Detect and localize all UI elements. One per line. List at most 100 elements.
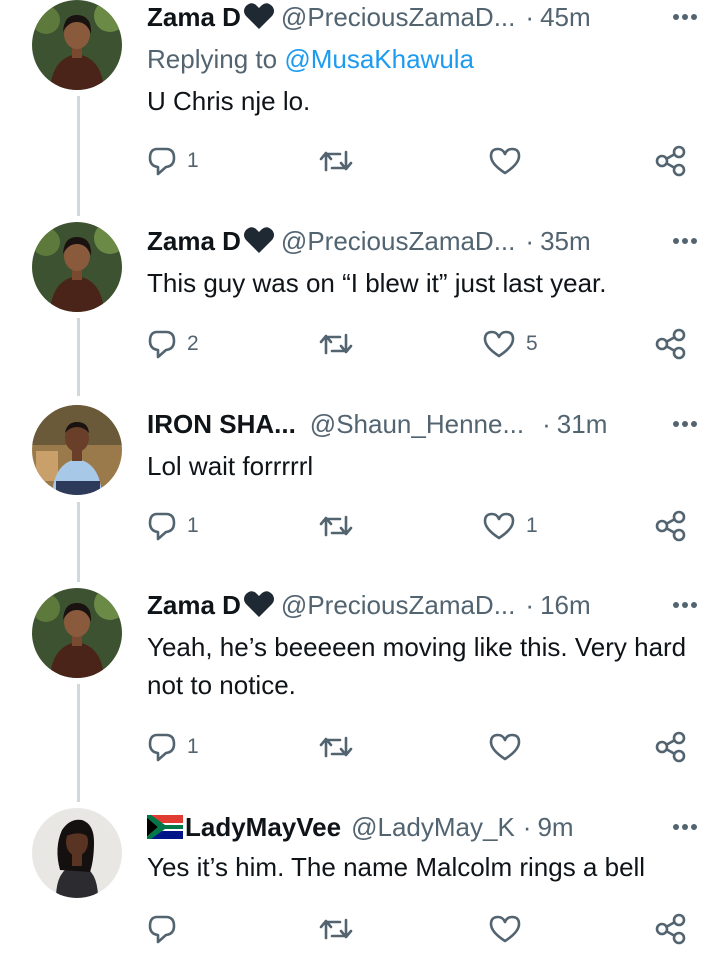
separator-dot: ·: [542, 409, 551, 439]
tweet[interactable]: IRON SHA... @Shaun_Henne... · 31m Lol wait …: [0, 405, 720, 555]
like-button[interactable]: [488, 144, 532, 178]
share-button[interactable]: [654, 912, 688, 946]
reply-count: 2: [187, 332, 199, 355]
reply-count: 1: [187, 149, 199, 172]
like-count: 1: [526, 514, 538, 537]
retweet-button[interactable]: [318, 327, 364, 361]
tweet-header: IRON SHA... @Shaun_Henne... · 31m: [147, 407, 700, 441]
tweet-header: LadyMayVee @LadyMay_K · 9m: [147, 810, 700, 844]
tweet-actions: 1 1: [0, 509, 720, 543]
share-button[interactable]: [654, 327, 688, 361]
more-icon[interactable]: [668, 588, 702, 622]
user-handle[interactable]: @PreciousZamaD...: [281, 590, 515, 620]
like-count: 5: [526, 332, 538, 355]
retweet-icon: [319, 150, 353, 172]
timestamp[interactable]: 9m: [537, 812, 573, 842]
heart-icon: [483, 330, 515, 358]
user-handle[interactable]: @Shaun_Henne...: [310, 409, 524, 439]
share-button[interactable]: [654, 509, 688, 543]
avatar[interactable]: [32, 588, 122, 678]
tweet-text: This guy was on “I blew it” just last ye…: [147, 268, 607, 298]
reply-button[interactable]: [147, 912, 187, 946]
tweet-text: Lol wait forrrrrl: [147, 451, 314, 481]
reply-button[interactable]: 1: [147, 144, 199, 178]
more-icon[interactable]: [668, 224, 702, 258]
display-name[interactable]: Zama D: [147, 226, 241, 256]
timestamp[interactable]: 35m: [540, 226, 591, 256]
more-icon[interactable]: [668, 810, 702, 844]
tweet-text: U Chris nje lo.: [147, 86, 311, 116]
display-name[interactable]: LadyMayVee: [185, 812, 341, 842]
user-handle[interactable]: @LadyMay_K: [351, 812, 515, 842]
more-icon[interactable]: [668, 407, 702, 441]
user-handle[interactable]: @PreciousZamaD...: [281, 226, 515, 256]
like-button[interactable]: [488, 730, 532, 764]
black-heart-icon: [243, 590, 275, 626]
timestamp[interactable]: 45m: [540, 2, 591, 32]
tweet-actions: [0, 912, 720, 946]
timestamp[interactable]: 16m: [540, 590, 591, 620]
like-button[interactable]: 1: [482, 509, 538, 543]
separator-dot: ·: [525, 226, 535, 256]
heart-icon: [489, 915, 521, 943]
black-heart-icon: [243, 226, 275, 262]
tweet[interactable]: Zama D @PreciousZamaD... · 16m Yeah, he’s b…: [0, 588, 720, 778]
reply-button[interactable]: 2: [147, 327, 199, 361]
share-icon: [655, 510, 686, 542]
like-button[interactable]: 5: [482, 327, 538, 361]
tweet[interactable]: Zama D @PreciousZamaD... · 45m Replying to …: [0, 0, 720, 210]
avatar[interactable]: [32, 405, 122, 495]
display-name[interactable]: IRON SHA...: [147, 409, 296, 439]
retweet-button[interactable]: [318, 509, 364, 543]
avatar[interactable]: [32, 222, 122, 312]
share-icon: [655, 913, 686, 945]
tweet-actions: 1: [0, 144, 720, 178]
display-name[interactable]: Zama D: [147, 2, 241, 32]
reply-button[interactable]: 1: [147, 509, 199, 543]
tweet[interactable]: LadyMayVee @LadyMay_K · 9m Yes it’s him. Th…: [0, 808, 720, 954]
share-button[interactable]: [654, 144, 688, 178]
timestamp[interactable]: 31m: [557, 409, 608, 439]
tweet-actions: 2 5: [0, 327, 720, 361]
heart-icon: [483, 512, 515, 540]
avatar[interactable]: [32, 808, 122, 898]
heart-icon: [489, 733, 521, 761]
retweet-icon: [319, 918, 353, 940]
replying-to: Replying to @MusaKhawula: [147, 42, 474, 76]
retweet-button[interactable]: [318, 912, 364, 946]
share-icon: [655, 145, 686, 177]
reply-button[interactable]: 1: [147, 730, 199, 764]
mention-link[interactable]: @MusaKhawula: [284, 44, 474, 74]
retweet-icon: [319, 515, 353, 537]
more-icon[interactable]: [668, 0, 702, 34]
user-handle[interactable]: @PreciousZamaD...: [281, 2, 515, 32]
reply-icon: [148, 733, 176, 762]
reply-icon: [148, 915, 176, 944]
tweet-header: Zama D @PreciousZamaD... · 45m: [147, 0, 700, 34]
separator-dot: ·: [525, 2, 535, 32]
black-heart-icon: [243, 2, 275, 38]
display-name[interactable]: Zama D: [147, 590, 241, 620]
share-icon: [655, 731, 686, 763]
tweet[interactable]: Zama D @PreciousZamaD... · 35m This guy was…: [0, 222, 720, 372]
tweet-actions: 1: [0, 730, 720, 764]
south-africa-flag-icon: [147, 813, 183, 847]
tweet-text: Yeah, he’s beeeeen moving like this. Ver…: [147, 632, 687, 700]
heart-icon: [489, 147, 521, 175]
separator-dot: ·: [525, 590, 535, 620]
separator-dot: ·: [522, 812, 532, 842]
tweet-text: Yes it’s him. The name Malcolm rings a b…: [147, 852, 646, 882]
replying-prefix: Replying to: [147, 44, 285, 74]
avatar[interactable]: [32, 0, 122, 90]
tweet-header: Zama D @PreciousZamaD... · 16m: [147, 588, 700, 622]
reply-count: 1: [187, 735, 199, 758]
retweet-button[interactable]: [318, 144, 364, 178]
reply-icon: [148, 512, 176, 541]
like-button[interactable]: [488, 912, 532, 946]
share-icon: [655, 328, 686, 360]
tweet-header: Zama D @PreciousZamaD... · 35m: [147, 224, 700, 258]
retweet-button[interactable]: [318, 730, 364, 764]
share-button[interactable]: [654, 730, 688, 764]
reply-icon: [148, 330, 176, 359]
retweet-icon: [319, 333, 353, 355]
